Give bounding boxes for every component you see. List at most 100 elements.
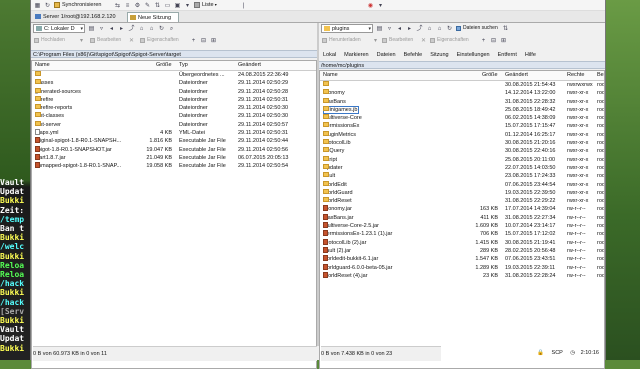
list-menu[interactable]: Liste ▾ xyxy=(193,1,219,9)
upload-button[interactable]: Hochladen xyxy=(33,36,65,45)
delete-icon[interactable]: ✕ xyxy=(419,36,428,45)
sort-icon[interactable]: ⇅ xyxy=(501,24,510,33)
preferences-icon[interactable]: ✎ xyxy=(143,1,152,10)
transfer-icon[interactable]: ⇅ xyxy=(153,1,162,10)
refresh-local-icon[interactable]: ↻ xyxy=(157,24,166,33)
filter-icon[interactable]: ▿ xyxy=(97,24,106,33)
edit-button-local[interactable]: Bearbeiten xyxy=(89,36,121,45)
file-row[interactable]: WorldReset (4).jar 23 KB 31.08.2015 22:28:… xyxy=(320,271,604,280)
file-row[interactable]: MaxBans 31.08.2015 22:28:32 rwxr-xr-x root xyxy=(320,97,604,106)
file-row[interactable]: worldedit-bukkit-6.1.jar 1.547 KB 07.06.20… xyxy=(320,255,604,263)
help-icon[interactable]: ▾ xyxy=(183,1,192,10)
refresh-icon[interactable]: ↻ xyxy=(43,1,52,10)
file-row[interactable]: surefire Dateiordner 29.11.2014 02:50:31 xyxy=(32,95,316,104)
file-row[interactable]: Minigames.jb 25.08.2015 18:49:42 rwxr-xr-x… xyxy=(320,105,604,114)
queue-icon[interactable]: ≡ xyxy=(123,1,132,10)
home-icon[interactable]: ⌂ xyxy=(147,24,156,33)
file-row[interactable]: maps.yml 4 KB YML-Datei 29.11.2014 02:50:31 xyxy=(32,129,316,137)
select-icon[interactable]: ⊟ xyxy=(489,36,498,45)
col-modified[interactable]: Geändert xyxy=(238,61,261,70)
file-row[interactable]: SkQuery 30.08.2015 22:40:16 rwxr-xr-x root xyxy=(320,147,604,155)
upload-options-icon[interactable]: ▾ xyxy=(77,36,86,45)
file-row[interactable]: Skript 25.08.2015 20:11:00 rwxr-xr-x root xyxy=(320,155,604,164)
select-icon[interactable]: ⊟ xyxy=(199,36,208,45)
menu-item[interactable]: Hilfe xyxy=(525,52,536,58)
download-button[interactable]: Herunterladen xyxy=(321,36,361,45)
root-dir-icon[interactable]: ⌂ xyxy=(425,24,434,33)
file-row[interactable]: WorldEdit 07.06.2015 23:44:54 rwxr-xr-x roo… xyxy=(320,180,604,189)
file-row[interactable]: PermissionsEx 15.07.2015 17:15:47 rwxr-xr-… xyxy=(320,122,604,130)
file-row[interactable]: ProtocolLib 30.08.2015 21:20:16 rwxr-xr-x r… xyxy=(320,139,604,147)
invert-icon[interactable]: ⊞ xyxy=(499,36,508,45)
file-row[interactable]: .. 30.08.2015 21:54:43 rwxrwxrwx root xyxy=(320,81,604,89)
menu-item[interactable]: Sitzung xyxy=(430,52,448,58)
file-row[interactable]: test-classes Dateiordner 29.11.2014 02:50:… xyxy=(32,112,316,120)
refresh-remote-icon[interactable]: ↻ xyxy=(445,24,454,33)
col-size[interactable]: Größe xyxy=(482,71,498,80)
file-row[interactable]: generated-sources Dateiordner 29.11.2014 0… xyxy=(32,87,316,96)
col-rights[interactable]: Rechte xyxy=(567,71,584,80)
file-row[interactable]: Updater 22.07.2015 14:03:50 rwxr-xr-x root xyxy=(320,163,604,172)
file-row[interactable]: MaxBans.jar 411 KB 31.08.2015 22:27:34 rw-r… xyxy=(320,213,604,222)
open-folder-icon[interactable]: ▤ xyxy=(87,24,96,33)
col-name[interactable]: Name xyxy=(323,71,338,80)
file-row[interactable]: ProtocolLib (2).jar 1.415 KB 30.08.2015 21… xyxy=(320,238,604,247)
forward-icon[interactable]: ▸ xyxy=(405,24,414,33)
remote-dir-select[interactable]: plugins ▾ xyxy=(321,24,373,33)
sync-menu[interactable]: Synchronisieren xyxy=(53,1,103,9)
file-row[interactable]: unmapped-spigot-1.8-R0.1-SNAP... 19.058 K… xyxy=(32,162,316,170)
file-row[interactable]: Multiverse-Core-2.5.jar 1.609 KB 10.07.201… xyxy=(320,222,604,230)
file-row[interactable]: start1.8.7.jar 21.049 KB Executable Jar Fi… xyxy=(32,153,316,162)
file-row[interactable]: iConomy.jar 163 KB 17.07.2014 14:39:04 rw-r… xyxy=(320,205,604,213)
tab-session[interactable]: Server 1/root@192.168.2.120 xyxy=(33,12,125,22)
file-row[interactable]: Vault (2).jar 289 KB 28.02.2015 20:56:48 rw… xyxy=(320,246,604,255)
open-folder-icon[interactable]: ▤ xyxy=(375,24,384,33)
forward-icon[interactable]: ▸ xyxy=(117,24,126,33)
menu-item[interactable]: Einstellungen xyxy=(457,52,490,58)
delete-icon[interactable]: ✕ xyxy=(127,36,136,45)
parent-dir-icon[interactable]: ⤴ xyxy=(415,24,424,33)
terminal-icon[interactable]: ▭ xyxy=(163,1,172,10)
local-drive-select[interactable]: C: Lokaler D ▾ xyxy=(33,24,85,33)
file-row[interactable]: worldguard-6.0.0-beta-05.jar 1.289 KB 19.0… xyxy=(320,263,604,272)
back-icon[interactable]: ◂ xyxy=(107,24,116,33)
compare-icon[interactable]: ⇆ xyxy=(113,1,122,10)
menu-item[interactable]: Markieren xyxy=(344,52,368,58)
home-icon[interactable]: ⌂ xyxy=(435,24,444,33)
file-row[interactable]: iConomy 14.12.2014 13:22:00 rwxr-xr-x root xyxy=(320,89,604,97)
col-owner[interactable]: Besitz xyxy=(597,71,604,80)
new-folder-icon[interactable]: + xyxy=(189,36,198,45)
find-files-button[interactable]: Dateien suchen xyxy=(455,24,498,33)
col-name[interactable]: Name xyxy=(35,61,50,70)
menu-dropdown-icon[interactable]: ▾ xyxy=(376,1,385,10)
tab-new-session[interactable]: Neue Sitzung xyxy=(127,12,179,22)
col-size[interactable]: Größe xyxy=(156,61,172,70)
remote-file-list[interactable]: Name Größe Geändert Rechte Besitz .. 30.0… xyxy=(319,70,605,369)
root-dir-icon[interactable]: ⌂ xyxy=(137,24,146,33)
file-row[interactable]: surefire-reports Dateiordner 29.11.2014 02… xyxy=(32,104,316,112)
download-options-icon[interactable]: ▾ xyxy=(371,36,380,45)
file-row[interactable]: WorldReset 31.08.2015 22:29:22 rwxr-xr-x ro… xyxy=(320,197,604,205)
menu-item[interactable]: Dateien xyxy=(377,52,396,58)
col-modified[interactable]: Geändert xyxy=(505,71,528,80)
properties-button-local[interactable]: Eigenschaften xyxy=(139,36,179,45)
local-path-bar[interactable]: C:\Program Files (x86)\Git\spigot\Spigot… xyxy=(31,50,317,58)
local-file-list[interactable]: Name Größe Typ Geändert .. Übergeordnetes… xyxy=(31,60,317,369)
local-icon[interactable]: ▦ xyxy=(33,1,42,10)
remote-path-bar[interactable]: /home/mc/plugins xyxy=(319,61,605,69)
options-icon[interactable]: ⚙ xyxy=(133,1,142,10)
file-row[interactable]: .. Übergeordnetes ... 24.08.2015 22:36:49 xyxy=(32,71,316,79)
file-row[interactable]: classes Dateiordner 29.11.2014 02:50:29 xyxy=(32,79,316,87)
properties-button-remote[interactable]: Eigenschaften xyxy=(429,36,469,45)
file-row[interactable]: test-server Dateiordner 29.11.2014 02:50:5… xyxy=(32,120,316,129)
invert-icon[interactable]: ⊞ xyxy=(209,36,218,45)
menu-item[interactable]: Lokal xyxy=(323,52,336,58)
back-icon[interactable]: ◂ xyxy=(395,24,404,33)
menu-item[interactable]: Befehle xyxy=(404,52,423,58)
file-row[interactable]: PermissionsEx-1.23.1 (1).jar 706 KB 15.07.… xyxy=(320,230,604,238)
file-row[interactable]: spigot-1.8-R0.1-SNAPSHOT.jar 19.047 KB Exe… xyxy=(32,145,316,154)
save-icon[interactable]: ▣ xyxy=(173,1,182,10)
new-folder-icon[interactable]: + xyxy=(479,36,488,45)
file-row[interactable]: Multiverse-Core 06.02.2015 14:38:09 rwxr-x… xyxy=(320,114,604,122)
file-row[interactable]: WorldGuard 19.03.2015 22:39:50 rwxr-xr-x ro… xyxy=(320,188,604,197)
